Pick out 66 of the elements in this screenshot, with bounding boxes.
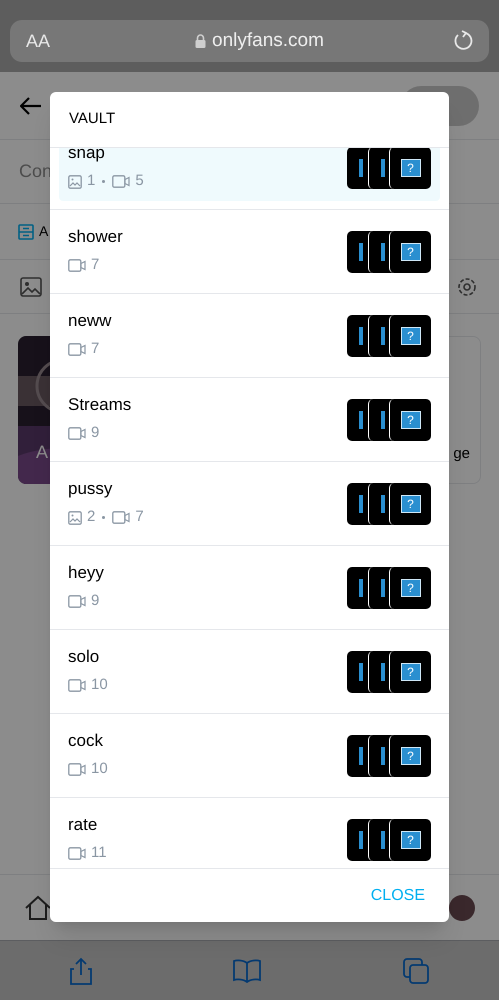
placeholder-mark: ? bbox=[400, 242, 420, 260]
video-count: 7 bbox=[91, 339, 100, 360]
video-icon bbox=[68, 259, 86, 272]
folder-row[interactable]: shower 7 ? bbox=[50, 210, 449, 293]
card-label: ge bbox=[453, 444, 470, 464]
photo-count: 1 bbox=[87, 171, 96, 192]
folder-row[interactable]: solo 10 ? bbox=[50, 630, 449, 713]
folder-row[interactable]: Streams 9 ? bbox=[50, 378, 449, 461]
video-count: 11 bbox=[91, 843, 107, 864]
share-icon[interactable] bbox=[70, 956, 92, 984]
video-count: 10 bbox=[91, 675, 108, 696]
video-count: 7 bbox=[91, 255, 100, 276]
back-arrow-icon[interactable] bbox=[20, 96, 42, 114]
book-icon[interactable] bbox=[232, 958, 262, 982]
video-count: 5 bbox=[135, 171, 144, 192]
placeholder-mark: ? bbox=[400, 410, 420, 428]
lock-icon bbox=[195, 34, 206, 48]
url-text: onlyfans.com bbox=[212, 28, 324, 53]
folder-row[interactable]: cock 10 ? bbox=[50, 714, 449, 797]
reload-icon[interactable] bbox=[453, 30, 473, 52]
folder-name: pussy bbox=[68, 478, 114, 500]
photo-icon bbox=[68, 174, 82, 188]
video-icon bbox=[68, 595, 86, 608]
home-icon[interactable] bbox=[24, 894, 52, 920]
folder-row[interactable]: neww 7 ? bbox=[50, 294, 449, 377]
video-icon bbox=[68, 427, 86, 440]
placeholder-mark: ? bbox=[400, 578, 420, 596]
folder-row[interactable]: snap 1 5 ? bbox=[59, 148, 440, 201]
folder-name: snap bbox=[68, 148, 106, 164]
folder-row[interactable]: heyy 9 ? bbox=[50, 546, 449, 629]
folder-row[interactable]: rate 11 ? bbox=[50, 798, 449, 868]
folder-name: cock bbox=[68, 730, 104, 752]
placeholder-mark: ? bbox=[400, 494, 420, 512]
folder-name: Streams bbox=[68, 394, 132, 416]
text-size-button[interactable]: AA bbox=[26, 28, 66, 54]
folder-name: neww bbox=[68, 310, 112, 332]
avatar[interactable] bbox=[449, 894, 475, 920]
placeholder-mark: ? bbox=[400, 158, 420, 176]
video-count: 7 bbox=[135, 507, 144, 528]
section-text: A bbox=[39, 222, 48, 241]
card-label: A bbox=[36, 441, 48, 464]
video-icon bbox=[68, 847, 86, 860]
placeholder-mark: ? bbox=[400, 662, 420, 680]
video-icon bbox=[68, 343, 86, 356]
photo-icon bbox=[68, 510, 82, 524]
video-count: 10 bbox=[91, 759, 108, 780]
photo-count: 2 bbox=[87, 507, 96, 528]
folder-name: heyy bbox=[68, 562, 104, 584]
folder-name: rate bbox=[68, 814, 98, 836]
video-icon bbox=[68, 679, 86, 692]
folder-name: solo bbox=[68, 646, 100, 668]
image-icon[interactable] bbox=[20, 276, 42, 296]
folder-row[interactable]: pussy 2 7 ? bbox=[50, 462, 449, 545]
video-count: 9 bbox=[91, 591, 100, 612]
placeholder-mark: ? bbox=[400, 746, 420, 764]
video-icon bbox=[112, 175, 130, 188]
video-icon bbox=[68, 763, 86, 776]
placeholder-mark: ? bbox=[400, 326, 420, 344]
video-icon bbox=[112, 511, 130, 524]
video-count: 9 bbox=[91, 423, 100, 444]
address-bar[interactable]: AA onlyfans.com bbox=[10, 20, 489, 62]
tabs-icon[interactable] bbox=[402, 958, 429, 984]
folder-name: shower bbox=[68, 226, 123, 248]
dialog-title: VAULT bbox=[69, 109, 116, 130]
vault-icon bbox=[18, 224, 34, 240]
placeholder-mark: ? bbox=[400, 830, 420, 848]
